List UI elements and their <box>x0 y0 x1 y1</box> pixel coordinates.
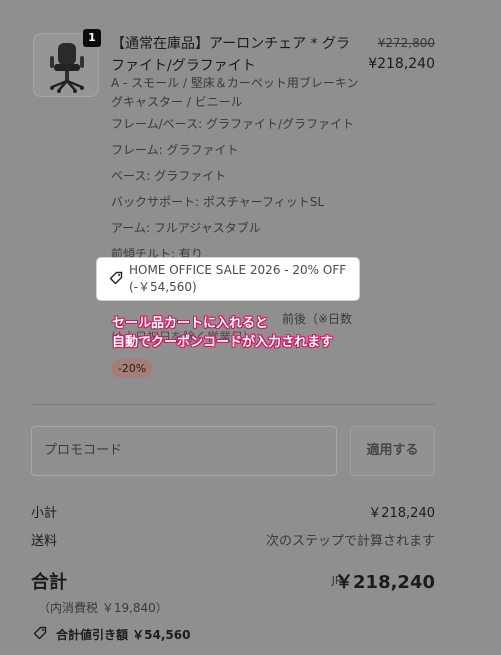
subtotal-value: ￥218,240 <box>368 506 435 521</box>
total-label: 合計 <box>31 572 67 593</box>
quantity-badge: 1 <box>83 29 101 47</box>
product-property: ベース: グラファイト <box>111 169 227 183</box>
coupon-text: HOME OFFICE SALE 2026 - 20% OFF (-￥54,56… <box>129 263 347 294</box>
product-property: アーム: フルアジャスタブル <box>111 221 261 235</box>
current-price: ¥218,240 <box>368 56 435 72</box>
product-property: フレーム: グラファイト <box>111 143 239 157</box>
promo-code-input[interactable]: プロモコード <box>31 426 337 476</box>
coupon-applied-popup: HOME OFFICE SALE 2026 - 20% OFF (-￥54,56… <box>97 258 359 300</box>
product-title: 【通常在庫品】アーロンチェア * グラファイト/グラファイト <box>111 36 351 74</box>
divider <box>31 404 435 405</box>
annotation-line-2: 自動でクーポンコードが入力されます <box>112 335 334 350</box>
subtotal-label: 小計 <box>31 506 58 521</box>
shipping-label: 送料 <box>31 534 58 549</box>
total-value: ￥218,240 <box>335 572 435 593</box>
annotation-line-1: セール品カートに入れると <box>112 316 269 331</box>
product-variant: A - スモール / 堅床＆カーペット用ブレーキングキャスター / ビニール <box>111 76 359 109</box>
total-savings: 合計値引き額 ￥54,560 <box>56 628 191 642</box>
shipping-note: 前後（※日数 <box>282 312 353 326</box>
product-property: フレーム/ベース: グラファイト/グラファイト <box>111 117 354 131</box>
discount-badge: -20% <box>111 359 153 378</box>
apply-button[interactable]: 適用する <box>350 426 435 476</box>
tax-note: （内消費税 ￥19,840） <box>38 601 168 615</box>
tag-icon <box>33 626 47 640</box>
shipping-value: 次のステップで計算されます <box>265 534 435 549</box>
product-property: バックサポート: ポスチャーフィットSL <box>111 195 325 209</box>
tag-icon <box>109 271 123 285</box>
original-price: ¥272,800 <box>377 36 435 50</box>
